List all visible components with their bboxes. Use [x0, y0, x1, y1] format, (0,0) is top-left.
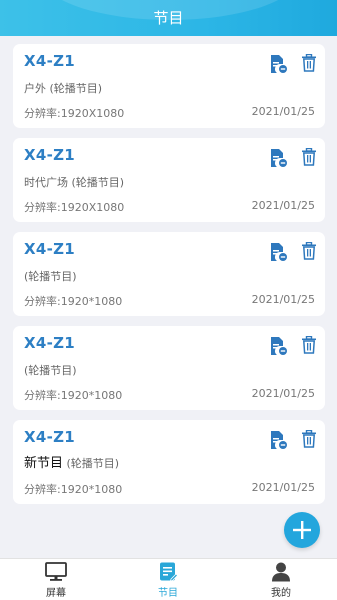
program-card[interactable]: X4-Z1 户外 (轮播节目) 分辨率:1920X1080 2021/01/25: [13, 44, 325, 128]
program-type: (轮播节目): [24, 364, 77, 377]
tab-mine[interactable]: 我的: [225, 559, 337, 600]
delete-trash-icon[interactable]: [301, 241, 317, 260]
program-list: X4-Z1 户外 (轮播节目) 分辨率:1920X1080 2021/01/25…: [13, 44, 325, 514]
program-type: 户外 (轮播节目): [24, 82, 103, 95]
delete-trash-icon[interactable]: [301, 53, 317, 72]
tab-label: 节目: [158, 588, 178, 599]
program-date: 2021/01/25: [251, 481, 315, 494]
edit-program-icon[interactable]: [268, 242, 288, 262]
edit-program-icon[interactable]: [268, 336, 288, 356]
program-document-icon: [160, 562, 179, 582]
edit-program-icon[interactable]: [268, 148, 288, 168]
monitor-icon: [45, 562, 67, 581]
page-title: 节目: [153, 9, 184, 27]
program-card[interactable]: X4-Z1 (轮播节目) 分辨率:1920*1080 2021/01/25: [13, 232, 325, 316]
top-header: 节目: [0, 0, 337, 36]
user-profile-icon: [272, 562, 290, 582]
program-card[interactable]: X4-Z1 新节目 (轮播节目) 分辨率:1920*1080 2021/01/2…: [13, 420, 325, 504]
add-program-button[interactable]: [284, 512, 320, 548]
program-resolution: 分辨率:1920X1080: [24, 201, 125, 214]
program-name: X4-Z1: [24, 334, 76, 352]
program-type: (轮播节目): [63, 457, 120, 470]
program-resolution: 分辨率:1920*1080: [24, 295, 123, 308]
program-date: 2021/01/25: [251, 293, 315, 306]
program-date: 2021/01/25: [251, 387, 315, 400]
program-description: (轮播节目): [24, 268, 77, 284]
program-name: X4-Z1: [24, 428, 76, 446]
delete-trash-icon[interactable]: [301, 429, 317, 448]
program-title: 新节目: [24, 456, 64, 471]
program-card[interactable]: X4-Z1 (轮播节目) 分辨率:1920*1080 2021/01/25: [13, 326, 325, 410]
plus-icon: [293, 521, 311, 539]
program-description: (轮播节目): [24, 362, 77, 378]
program-description: 新节目 (轮播节目): [24, 452, 119, 471]
program-card[interactable]: X4-Z1 时代广场 (轮播节目) 分辨率:1920X1080 2021/01/…: [13, 138, 325, 222]
delete-trash-icon[interactable]: [301, 335, 317, 354]
program-date: 2021/01/25: [251, 199, 315, 212]
tab-screen[interactable]: 屏幕: [0, 559, 112, 600]
program-resolution: 分辨率:1920*1080: [24, 483, 123, 496]
program-date: 2021/01/25: [251, 105, 315, 118]
delete-trash-icon[interactable]: [301, 147, 317, 166]
program-name: X4-Z1: [24, 240, 76, 258]
program-description: 户外 (轮播节目): [24, 80, 102, 96]
program-type: 时代广场 (轮播节目): [24, 176, 125, 189]
program-description: 时代广场 (轮播节目): [24, 174, 124, 190]
edit-program-icon[interactable]: [268, 430, 288, 450]
tab-program[interactable]: 节目: [112, 559, 224, 600]
program-resolution: 分辨率:1920*1080: [24, 389, 123, 402]
program-resolution: 分辨率:1920X1080: [24, 107, 125, 120]
bottom-tab-bar: 屏幕 节目 我的: [0, 558, 337, 600]
program-type: (轮播节目): [24, 270, 77, 283]
tab-label: 我的: [271, 588, 291, 599]
edit-program-icon[interactable]: [268, 54, 288, 74]
tab-label: 屏幕: [46, 588, 66, 599]
program-name: X4-Z1: [24, 146, 76, 164]
program-name: X4-Z1: [24, 52, 76, 70]
